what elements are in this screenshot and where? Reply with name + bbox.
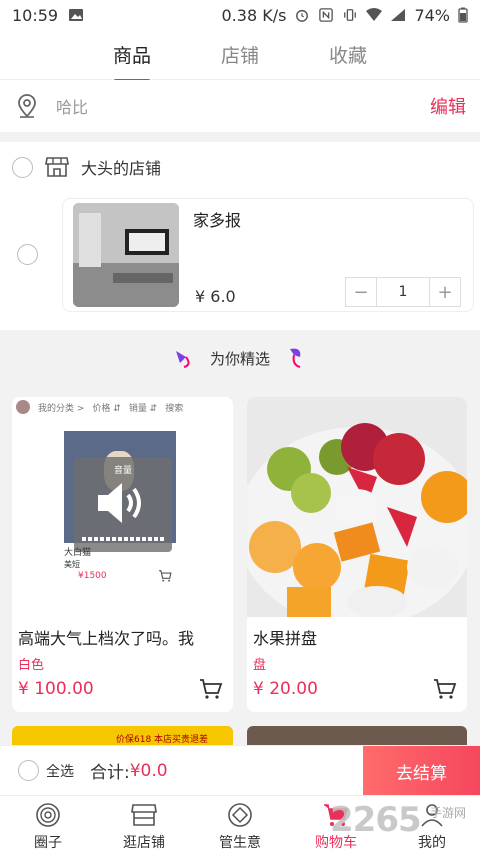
location-pin-icon (18, 94, 36, 118)
tab-goods[interactable]: 商品 (111, 41, 153, 68)
mini-cart-icon (159, 570, 172, 582)
fruit-platter-image (247, 397, 467, 617)
speaker-icon (98, 483, 141, 523)
swirl-right-icon (290, 348, 301, 368)
cart-item[interactable]: 家多报 ¥ 6.0 − 1 + (62, 198, 474, 312)
nav-shops[interactable]: 逛店铺 (96, 796, 192, 853)
recommend-header: 为你精选 (0, 336, 480, 380)
site-watermark-sub: 手游网 (430, 806, 467, 820)
diamond-icon (228, 803, 252, 827)
location-text[interactable]: 哈比 (56, 94, 88, 118)
product-price: ¥ 20.00 (253, 679, 318, 699)
shop-card: 大头的店铺 家多报 ¥ 6.0 − 1 + (0, 142, 480, 330)
mini-product-price: ¥1500 (78, 571, 107, 581)
product-image[interactable] (247, 397, 467, 617)
status-right: 0.38 K/s 74% (222, 6, 469, 25)
store-icon (131, 804, 157, 826)
top-tabs: 商品 店铺 收藏 (0, 30, 480, 80)
location-bar: 哈比 编辑 (0, 80, 480, 132)
volume-level (82, 537, 164, 541)
volume-label: 音量 (113, 466, 132, 476)
battery-icon (458, 7, 468, 23)
checkout-button[interactable]: 去结算 (363, 746, 480, 796)
nav-label: 圈子 (34, 835, 62, 851)
item-price: ¥ 6.0 (195, 287, 236, 306)
product-card-peek[interactable] (247, 726, 467, 746)
product-sub: 盘 (253, 658, 267, 673)
tab-favorites[interactable]: 收藏 (327, 41, 369, 68)
quantity-value[interactable]: 1 (376, 278, 430, 306)
mini-sales-sort: 销量 ⇵ (128, 403, 158, 414)
tab-shops[interactable]: 店铺 (219, 41, 261, 68)
volume-overlay: 音量 (74, 457, 172, 552)
alarm-icon (296, 9, 309, 22)
checkout-bar: 全选 合计: ¥0.0 去结算 (0, 745, 480, 796)
site-watermark: 2265 (330, 800, 422, 840)
signal-icon (391, 9, 406, 21)
nav-label: 管生意 (219, 835, 261, 851)
status-time: 10:59 (12, 5, 59, 25)
total-amount: ¥0.0 (129, 760, 168, 781)
product-card[interactable]: 水果拼盘 盘 ¥ 20.00 (247, 397, 467, 712)
image-notification-icon (69, 9, 84, 21)
mini-category: 我的分类 > (38, 403, 85, 414)
circle-icon (36, 803, 60, 827)
mini-filter-bar: 我的分类 > 价格 ⇵ 销量 ⇵ 搜索 (12, 397, 233, 417)
product-card-peek[interactable]: 价保618 本店买贵退差 (12, 726, 233, 746)
product-title[interactable]: 高端大气上档次了吗。我 (18, 625, 194, 649)
checkout-label: 去结算 (396, 763, 447, 784)
product-price: ¥ 100.00 (18, 679, 94, 699)
edit-button[interactable]: 编辑 (430, 93, 466, 119)
recommend-title: 为你精选 (209, 349, 270, 368)
store-icon (45, 157, 69, 177)
network-speed: 0.38 K/s (221, 5, 287, 25)
shop-select-radio[interactable] (12, 156, 33, 178)
select-all-label[interactable]: 全选 (46, 761, 74, 781)
item-select-radio[interactable] (17, 244, 38, 265)
mini-product-name: 大白猫 (64, 548, 92, 558)
mini-avatar (16, 400, 30, 414)
item-thumbnail[interactable] (73, 203, 179, 307)
plus-button[interactable]: + (430, 278, 460, 306)
wifi-icon (366, 8, 383, 21)
product-card[interactable]: 我的分类 > 价格 ⇵ 销量 ⇵ 搜索 音量 大白猫 美短 ¥1500 高端大气… (12, 397, 233, 712)
peek-banner-text: 价保618 本店买贵退差 (116, 735, 209, 745)
status-bar: 10:59 0.38 K/s 74% (0, 0, 480, 30)
mini-price-sort: 价格 ⇵ (92, 403, 121, 414)
mini-product-sub: 美短 (64, 560, 80, 569)
shop-header: 大头的店铺 (0, 142, 480, 192)
add-to-cart-icon[interactable] (433, 677, 457, 701)
nav-label: 我的 (418, 835, 446, 851)
battery-percent: 74% (414, 5, 450, 25)
quantity-stepper: − 1 + (345, 277, 461, 307)
product-sub: 白色 (18, 658, 45, 673)
product-image[interactable]: 我的分类 > 价格 ⇵ 销量 ⇵ 搜索 音量 大白猫 美短 ¥1500 (12, 397, 233, 617)
swirl-left-icon (175, 351, 190, 368)
watermark-text: 2265 (330, 800, 422, 840)
minus-button[interactable]: − (346, 278, 376, 306)
mini-search: 搜索 (165, 403, 184, 414)
nav-business[interactable]: 管生意 (192, 796, 288, 853)
add-to-cart-icon[interactable] (199, 677, 223, 701)
product-title[interactable]: 水果拼盘 (253, 625, 317, 649)
shop-name[interactable]: 大头的店铺 (81, 155, 161, 179)
vibrate-icon (344, 9, 357, 21)
item-title[interactable]: 家多报 (193, 207, 241, 231)
nav-label: 逛店铺 (123, 835, 165, 851)
nfc-icon (319, 8, 334, 22)
select-all-radio[interactable] (18, 760, 39, 781)
nav-circle[interactable]: 圈子 (0, 796, 96, 853)
total-label: 合计: (90, 763, 130, 783)
